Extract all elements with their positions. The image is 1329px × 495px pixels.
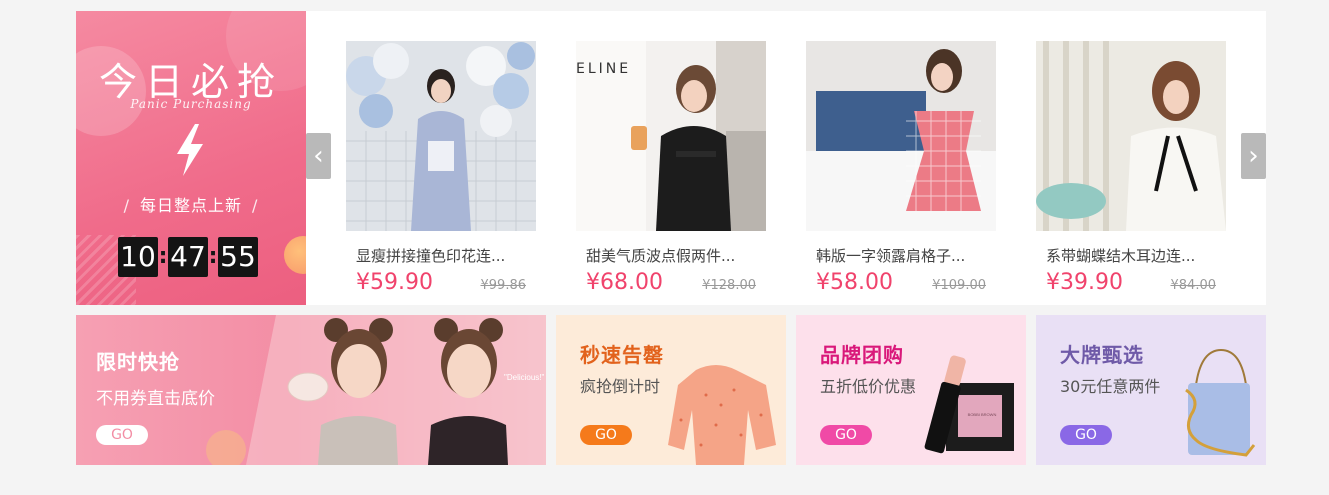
product-price: ¥58.00 (816, 270, 893, 295)
banner-title: 大牌甄选 (1060, 343, 1144, 367)
decor-orb (284, 236, 306, 274)
timer-minutes: 47 (168, 237, 208, 277)
chevron-left-icon: ‹ (313, 141, 324, 171)
delicious-tag: "Delicious!" (504, 373, 545, 382)
product-name[interactable]: 系带蝴蝶结木耳边连... (1046, 245, 1226, 266)
daily-update-text: 每日整点上新 (139, 196, 242, 215)
product-price: ¥68.00 (586, 270, 663, 295)
product-original-price: ¥99.86 (480, 278, 527, 293)
product-original-price: ¥109.00 (932, 278, 986, 293)
product-prices: ¥59.90 ¥99.86 (356, 270, 526, 295)
banner-title: 品牌团购 (820, 343, 904, 367)
product-price: ¥39.90 (1046, 270, 1123, 295)
countdown-timer: 10 : 47 : 55 (118, 237, 258, 277)
banner-limited-time[interactable]: 限时快抢 不用券直击底价 GO "Delicious!" (76, 315, 546, 465)
banner-brand-group[interactable]: 品牌团购 五折低价优惠 GO BOBBI BROWN (796, 315, 1026, 465)
product-price: ¥59.90 (356, 270, 433, 295)
svg-text:ELINE: ELINE (576, 61, 631, 77)
go-button[interactable]: GO (96, 425, 148, 445)
go-button[interactable]: GO (580, 425, 632, 445)
banner-sell-out[interactable]: 秒速告罄 疯抢倒计时 GO (556, 315, 786, 465)
product-original-price: ¥84.00 (1170, 278, 1217, 293)
slash-right: / (252, 196, 259, 215)
banner-subtitle: 五折低价优惠 (820, 377, 917, 396)
product-original-price: ¥128.00 (702, 278, 756, 293)
timer-seconds: 55 (218, 237, 258, 277)
timer-separator: : (158, 244, 168, 269)
product-name[interactable]: 甜美气质波点假两件... (586, 245, 766, 266)
product-card[interactable]: 显瘦拼接撞色印花连... ¥59.90 ¥99.86 (346, 41, 536, 295)
product-image[interactable] (1036, 41, 1226, 231)
product-prices: ¥68.00 ¥128.00 (586, 270, 756, 295)
timer-hours: 10 (118, 237, 158, 277)
lightning-icon (177, 124, 203, 176)
carousel-prev-button[interactable]: ‹ (306, 133, 331, 179)
go-button[interactable]: GO (820, 425, 872, 445)
slash-left: / (123, 196, 130, 215)
go-button[interactable]: GO (1060, 425, 1112, 445)
product-card[interactable]: 系带蝴蝶结木耳边连... ¥39.90 ¥84.00 (1036, 41, 1226, 295)
banner-subtitle: 30元任意两件 (1060, 377, 1161, 396)
product-name[interactable]: 显瘦拼接撞色印花连... (356, 245, 536, 266)
panic-subtitle: Panic Purchasing (130, 97, 252, 111)
product-prices: ¥58.00 ¥109.00 (816, 270, 986, 295)
product-image[interactable] (806, 41, 996, 231)
banner-subtitle: 疯抢倒计时 (580, 377, 661, 396)
carousel-next-button[interactable]: › (1241, 133, 1266, 179)
product-card[interactable]: 韩版一字领露肩格子... ¥58.00 ¥109.00 (806, 41, 996, 295)
chevron-right-icon: › (1248, 141, 1259, 171)
timer-separator: : (208, 244, 218, 269)
product-prices: ¥39.90 ¥84.00 (1046, 270, 1216, 295)
banner-title: 秒速告罄 (580, 343, 664, 367)
brand-label: BOBBI BROWN (967, 412, 997, 417)
product-image[interactable] (346, 41, 536, 231)
panic-purchasing-panel[interactable]: 今日必抢 Panic Purchasing / 每日整点上新/ 10 : 47 :… (76, 11, 306, 305)
product-image[interactable]: ELINE (576, 41, 766, 231)
daily-update-label: / 每日整点上新 / (76, 192, 306, 216)
banner-big-brand[interactable]: 大牌甄选 30元任意两件 GO (1036, 315, 1266, 465)
banner-subtitle: 不用券直击底价 (96, 389, 215, 409)
product-carousel: ‹ › 显瘦拼接撞色印花连... ¥59.90 ¥99.86 ELINE 甜美气… (306, 11, 1266, 305)
product-name[interactable]: 韩版一字领露肩格子... (816, 245, 996, 266)
product-card[interactable]: ELINE 甜美气质波点假两件... ¥68.00 ¥128.00 (576, 41, 766, 295)
banner-title: 限时快抢 (96, 350, 180, 374)
